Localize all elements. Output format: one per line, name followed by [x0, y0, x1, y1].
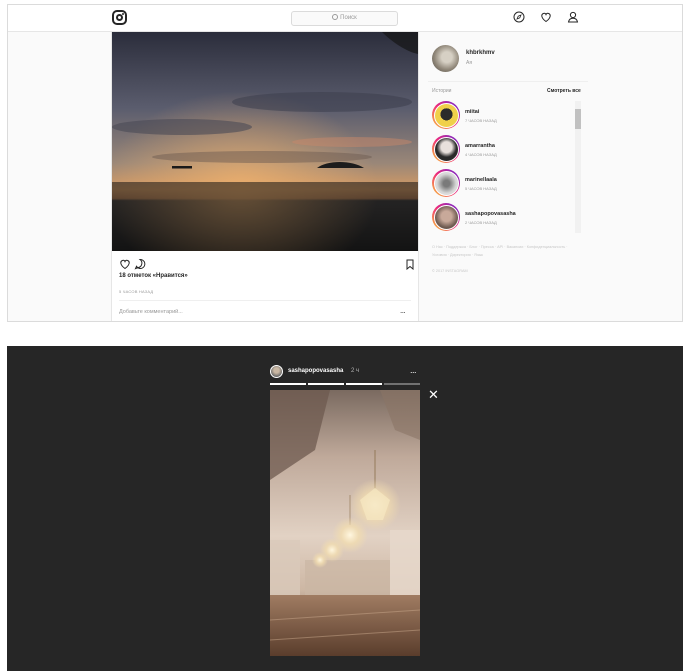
- story-username: amarrantha: [465, 143, 495, 149]
- likes-count[interactable]: 18 отметок «Нравится»: [119, 273, 188, 279]
- instagram-logo-icon[interactable]: [112, 10, 127, 25]
- progress-segment: [270, 383, 306, 385]
- close-icon[interactable]: ✕: [428, 388, 439, 401]
- avatar[interactable]: [432, 45, 459, 72]
- sunset-sea-image: [112, 32, 418, 251]
- post-timestamp[interactable]: 5 часов назад: [119, 289, 153, 294]
- search-input[interactable]: Поиск: [291, 11, 398, 26]
- story-time: 7 часов назад: [465, 118, 497, 123]
- like-icon[interactable]: [120, 259, 130, 270]
- progress-segment: [384, 383, 420, 385]
- more-options-button[interactable]: ...: [410, 365, 417, 375]
- story-username: miitai: [465, 109, 480, 115]
- avatar: [433, 170, 459, 196]
- story-time: 2 ч: [351, 368, 360, 374]
- progress-segment: [308, 383, 344, 385]
- bookmark-icon[interactable]: [406, 259, 414, 270]
- story-ring: [432, 101, 460, 129]
- stories-scrollbar[interactable]: [575, 101, 581, 233]
- profile-icon[interactable]: [567, 11, 579, 23]
- profile-username[interactable]: khbrkhmv: [466, 50, 495, 56]
- avatar: [433, 204, 459, 230]
- top-navigation: Поиск: [8, 5, 682, 32]
- story-time: 5 часов назад: [465, 186, 497, 191]
- copyright: © 2017 Instagram: [432, 269, 468, 273]
- compass-icon[interactable]: [513, 11, 525, 23]
- divider: [119, 300, 411, 301]
- story-item[interactable]: miitai 7 часов назад: [432, 101, 572, 131]
- search-placeholder: Поиск: [340, 15, 357, 21]
- comment-input[interactable]: Добавьте комментарий...: [119, 309, 183, 315]
- post-actions: [120, 259, 146, 270]
- profile-subtitle: Ая: [466, 60, 473, 66]
- story-progress: [270, 383, 420, 385]
- story-username[interactable]: sashapopovasasha: [288, 368, 343, 374]
- heart-icon[interactable]: [540, 11, 552, 23]
- right-sidebar: khbrkhmv Ая Истории Смотреть все miitai …: [428, 36, 588, 286]
- ballroom-image: [270, 390, 420, 656]
- see-all-link[interactable]: Смотреть все: [547, 88, 581, 94]
- comment-icon[interactable]: [134, 259, 146, 270]
- story-ring: [432, 135, 460, 163]
- story-ring: [432, 169, 460, 197]
- avatar: [433, 102, 459, 128]
- story-time: 4 часов назад: [465, 152, 497, 157]
- stories-panel: Истории Смотреть все miitai 7 часов наза…: [428, 81, 588, 237]
- more-options-button[interactable]: ...: [400, 306, 406, 315]
- story-item[interactable]: marinellaala 5 часов назад: [432, 169, 572, 199]
- story-header: sashapopovasasha 2 ч ...: [270, 365, 420, 381]
- story-photo[interactable]: [270, 390, 420, 656]
- search-icon: [332, 14, 339, 21]
- avatar[interactable]: [270, 365, 283, 378]
- story-item[interactable]: sashapopovasasha 2 часов назад: [432, 203, 572, 233]
- story-time: 2 часов назад: [465, 220, 497, 225]
- feed-screenshot: Поиск 18 отметок «Нравится» 5 ЧАСОВ НАЗА…: [7, 4, 683, 322]
- story-username: sashapopovasasha: [465, 211, 516, 217]
- story-viewer-screenshot: sashapopovasasha 2 ч ... ✕: [7, 346, 683, 671]
- story-item[interactable]: amarrantha 4 часов назад: [432, 135, 572, 165]
- story-username: marinellaala: [465, 177, 497, 183]
- feed-post: 18 отметок «Нравится» 5 часов назад Доба…: [111, 32, 419, 321]
- avatar: [433, 136, 459, 162]
- progress-segment: [346, 383, 382, 385]
- scrollbar-thumb[interactable]: [575, 109, 581, 129]
- footer-links[interactable]: О Нас · Поддержка · Блог · Пресса · API …: [432, 243, 582, 259]
- story-ring: [432, 203, 460, 231]
- stories-header: Истории: [432, 88, 452, 94]
- post-photo[interactable]: [112, 32, 418, 251]
